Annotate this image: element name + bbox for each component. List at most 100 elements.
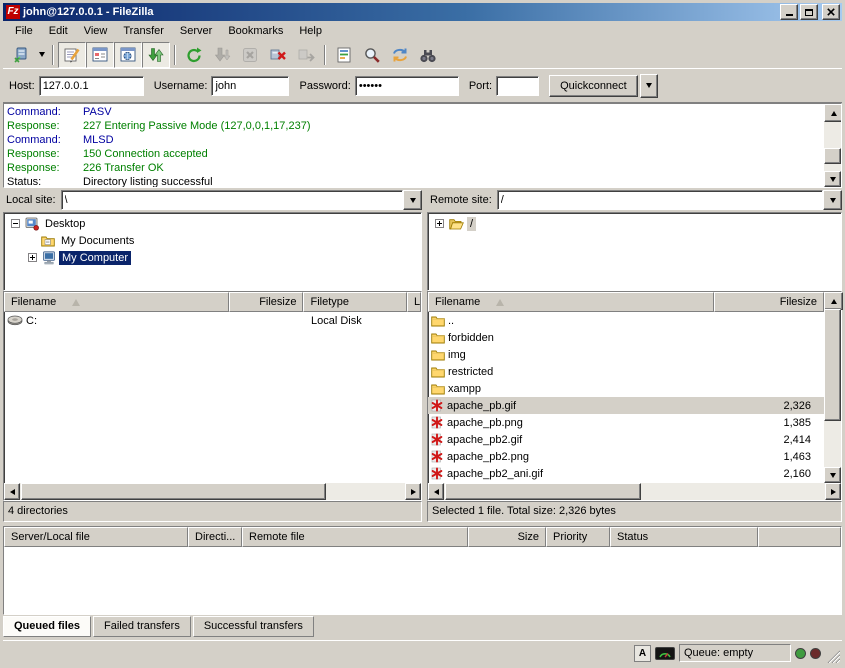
scrollbar-thumb[interactable] bbox=[824, 309, 841, 421]
activity-led-red bbox=[810, 648, 821, 659]
remote-file-row-selected[interactable]: apache_pb.gif2,326 bbox=[428, 397, 841, 414]
collapse-expander[interactable] bbox=[11, 219, 20, 228]
tab-failed-transfers[interactable]: Failed transfers bbox=[93, 616, 191, 637]
site-manager-button[interactable] bbox=[7, 42, 35, 68]
directory-comparison-button[interactable] bbox=[358, 42, 386, 68]
local-file-row[interactable]: C: Local Disk bbox=[4, 312, 421, 329]
speed-limits-indicator[interactable] bbox=[655, 647, 675, 660]
local-site-input[interactable] bbox=[61, 190, 403, 210]
scrollbar-thumb[interactable] bbox=[445, 483, 641, 500]
image-file-icon bbox=[431, 399, 444, 412]
column-header-priority[interactable]: Priority bbox=[546, 527, 610, 547]
remote-file-row[interactable]: forbidden bbox=[428, 329, 841, 346]
local-site-dropdown[interactable] bbox=[403, 190, 422, 210]
local-tree-toggle-button[interactable] bbox=[86, 42, 114, 68]
site-manager-dropdown[interactable] bbox=[35, 43, 48, 67]
column-header-filename[interactable]: Filename bbox=[4, 292, 229, 312]
remote-file-row[interactable]: xampp bbox=[428, 380, 841, 397]
remote-vertical-scrollbar[interactable] bbox=[824, 292, 841, 483]
menu-bookmarks[interactable]: Bookmarks bbox=[220, 23, 291, 39]
tree-item-my-documents[interactable]: My Documents bbox=[4, 232, 421, 249]
scroll-up-button[interactable] bbox=[824, 104, 842, 122]
scroll-up-button[interactable] bbox=[824, 292, 843, 310]
minimize-button[interactable] bbox=[780, 4, 798, 20]
image-file-icon bbox=[431, 467, 444, 480]
message-log-toggle-button[interactable] bbox=[58, 42, 86, 68]
scroll-down-icon bbox=[830, 473, 836, 478]
column-header-last-modified[interactable]: L bbox=[407, 292, 421, 312]
menu-transfer[interactable]: Transfer bbox=[115, 23, 172, 39]
username-input[interactable] bbox=[211, 76, 289, 96]
file-name: forbidden bbox=[448, 332, 494, 344]
disconnect-button[interactable] bbox=[264, 42, 292, 68]
expand-expander[interactable] bbox=[28, 253, 37, 262]
remote-site-label: Remote site: bbox=[430, 194, 492, 206]
local-site-row: Local site: bbox=[3, 189, 422, 211]
remote-horizontal-scrollbar[interactable] bbox=[428, 483, 841, 500]
column-header-size[interactable]: Size bbox=[468, 527, 546, 547]
menu-edit[interactable]: Edit bbox=[41, 23, 76, 39]
queue-toggle-button[interactable] bbox=[142, 42, 170, 68]
column-header-direction[interactable]: Directi... bbox=[188, 527, 242, 547]
remote-file-row[interactable]: img bbox=[428, 346, 841, 363]
local-horizontal-scrollbar[interactable] bbox=[4, 483, 421, 500]
tree-item-root[interactable]: / bbox=[428, 215, 841, 232]
column-header-server-local-file[interactable]: Server/Local file bbox=[4, 527, 188, 547]
synchronized-browsing-button[interactable] bbox=[386, 42, 414, 68]
tab-successful-transfers[interactable]: Successful transfers bbox=[193, 616, 314, 637]
folder-open-icon bbox=[449, 218, 464, 230]
resize-grip[interactable] bbox=[827, 650, 840, 663]
menu-view[interactable]: View bbox=[76, 23, 116, 39]
remote-site-dropdown[interactable] bbox=[823, 190, 842, 210]
remote-file-row[interactable]: apache_pb2.png1,463 bbox=[428, 448, 841, 465]
remote-file-row[interactable]: .. bbox=[428, 312, 841, 329]
dropdown-arrow-icon bbox=[830, 198, 836, 203]
process-queue-button bbox=[208, 42, 236, 68]
tab-queued-files[interactable]: Queued files bbox=[3, 616, 91, 637]
data-type-indicator[interactable]: A bbox=[634, 645, 651, 662]
password-input[interactable] bbox=[355, 76, 459, 96]
remote-file-row[interactable]: apache_pb2.gif2,414 bbox=[428, 431, 841, 448]
remote-tree-toggle-button[interactable] bbox=[114, 42, 142, 68]
dropdown-arrow-icon bbox=[39, 52, 45, 57]
scroll-left-button[interactable] bbox=[4, 483, 20, 500]
log-entry-type: Response: bbox=[7, 147, 83, 161]
column-header-status[interactable]: Status bbox=[610, 527, 758, 547]
scrollbar-thumb[interactable] bbox=[21, 483, 326, 500]
scroll-down-button[interactable] bbox=[824, 467, 841, 483]
tree-item-desktop[interactable]: Desktop bbox=[4, 215, 421, 232]
column-header-filename[interactable]: Filename bbox=[428, 292, 714, 312]
column-header-filetype[interactable]: Filetype bbox=[303, 292, 407, 312]
host-input[interactable] bbox=[39, 76, 144, 96]
maximize-button[interactable] bbox=[800, 4, 818, 20]
remote-file-row[interactable]: apache_pb.png1,385 bbox=[428, 414, 841, 431]
scrollbar-thumb[interactable] bbox=[824, 148, 841, 164]
close-button[interactable] bbox=[822, 4, 840, 20]
remote-file-list: Filename Filesize .. forbidden img restr… bbox=[427, 291, 842, 501]
column-header-filesize[interactable]: Filesize bbox=[714, 292, 824, 312]
port-input[interactable] bbox=[496, 76, 539, 96]
remote-file-row[interactable]: apache_pb2_ani.gif2,160 bbox=[428, 465, 841, 482]
tree-item-my-computer[interactable]: My Computer bbox=[4, 249, 421, 266]
column-header-filesize[interactable]: Filesize bbox=[229, 292, 304, 312]
expand-expander[interactable] bbox=[435, 219, 444, 228]
quickconnect-button[interactable]: Quickconnect bbox=[549, 75, 638, 97]
local-site-label: Local site: bbox=[6, 194, 56, 206]
remote-site-input[interactable] bbox=[497, 190, 823, 210]
refresh-button[interactable] bbox=[180, 42, 208, 68]
scroll-left-button[interactable] bbox=[428, 483, 444, 500]
column-header-remote-file[interactable]: Remote file bbox=[242, 527, 468, 547]
menu-help[interactable]: Help bbox=[291, 23, 330, 39]
find-files-button[interactable] bbox=[414, 42, 442, 68]
scroll-right-button[interactable] bbox=[405, 483, 421, 500]
menu-server[interactable]: Server bbox=[172, 23, 220, 39]
menu-file[interactable]: File bbox=[7, 23, 41, 39]
status-bar: A Queue: empty bbox=[3, 640, 842, 665]
log-scrollbar[interactable] bbox=[824, 104, 841, 187]
scroll-down-button[interactable] bbox=[824, 171, 841, 187]
directory-filter-button[interactable] bbox=[330, 42, 358, 68]
sort-ascending-icon bbox=[72, 299, 80, 306]
quickconnect-dropdown[interactable] bbox=[640, 74, 658, 98]
scroll-right-button[interactable] bbox=[825, 483, 841, 500]
remote-file-row[interactable]: restricted bbox=[428, 363, 841, 380]
